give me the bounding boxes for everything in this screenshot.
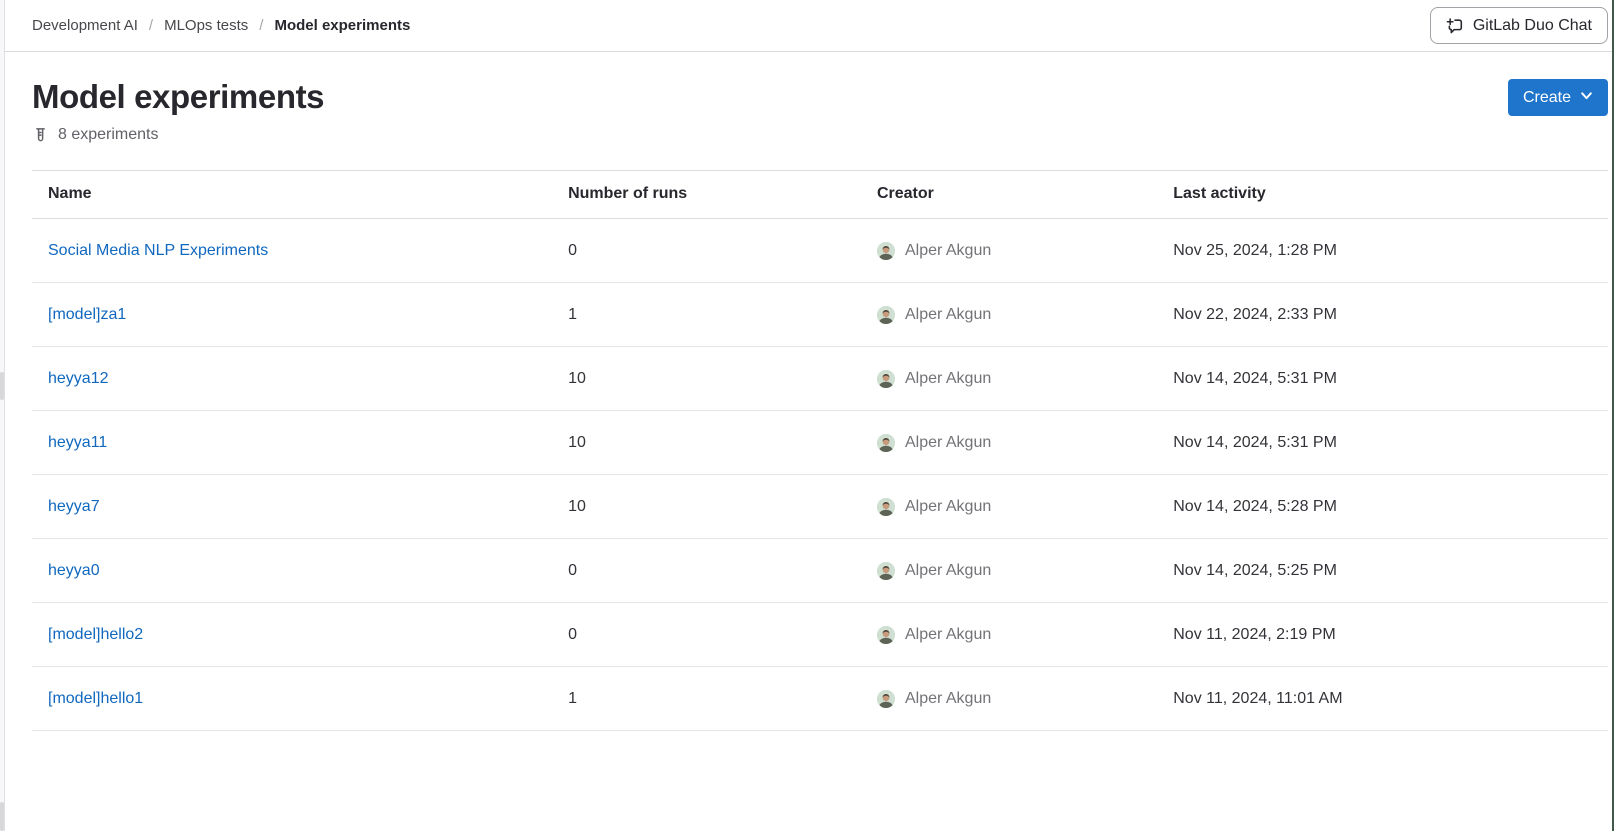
creator-name: Alper Akgun — [905, 688, 991, 709]
creator-cell: Alper Akgun — [877, 240, 1141, 261]
experiment-name-link[interactable]: heyya7 — [48, 498, 100, 515]
avatar — [877, 626, 895, 644]
creator-name: Alper Akgun — [905, 304, 991, 325]
avatar — [877, 306, 895, 324]
gitlab-duo-chat-button[interactable]: GitLab Duo Chat — [1430, 7, 1608, 44]
experiment-count-label: 8 experiments — [58, 126, 159, 144]
table-row: heyya7 10 — [32, 475, 1608, 539]
creator-name: Alper Akgun — [905, 496, 991, 517]
creator-cell: Alper Akgun — [877, 496, 1141, 517]
creator-name: Alper Akgun — [905, 624, 991, 645]
last-activity-cell: Nov 14, 2024, 5:25 PM — [1157, 539, 1608, 603]
test-tube-icon — [32, 127, 49, 144]
last-activity-cell: Nov 22, 2024, 2:33 PM — [1157, 283, 1608, 347]
creator-name: Alper Akgun — [905, 432, 991, 453]
column-header-runs: Number of runs — [552, 171, 861, 219]
creator-cell: Alper Akgun — [877, 432, 1141, 453]
avatar — [877, 370, 895, 388]
column-header-creator: Creator — [861, 171, 1157, 219]
experiment-name-link[interactable]: heyya11 — [48, 434, 107, 451]
breadcrumb-separator: / — [149, 17, 153, 34]
run-count-cell: 10 — [552, 475, 861, 539]
main-area: Development AI / MLOps tests / Model exp… — [5, 0, 1612, 831]
last-activity-cell: Nov 11, 2024, 11:01 AM — [1157, 667, 1608, 731]
breadcrumb-separator: / — [259, 17, 263, 34]
sidebar-scrollbar-thumb[interactable] — [0, 372, 4, 400]
last-activity-cell: Nov 14, 2024, 5:31 PM — [1157, 411, 1608, 475]
chevron-down-icon — [1580, 89, 1593, 107]
breadcrumb-current-page: Model experiments — [274, 17, 410, 34]
last-activity-cell: Nov 11, 2024, 2:19 PM — [1157, 603, 1608, 667]
page-header: Model experiments 8 experiments Create — [32, 52, 1608, 144]
experiment-name-link[interactable]: [model]za1 — [48, 306, 126, 323]
experiment-name-link[interactable]: heyya12 — [48, 370, 109, 387]
table-header-row: Name Number of runs Creator Last activit… — [32, 171, 1608, 219]
avatar — [877, 562, 895, 580]
avatar — [877, 690, 895, 708]
last-activity-cell: Nov 14, 2024, 5:28 PM — [1157, 475, 1608, 539]
column-header-last-activity: Last activity — [1157, 171, 1608, 219]
top-bar: Development AI / MLOps tests / Model exp… — [5, 0, 1612, 52]
collapsed-sidebar-edge — [0, 0, 5, 831]
run-count-cell: 1 — [552, 667, 861, 731]
avatar — [877, 242, 895, 260]
create-button[interactable]: Create — [1508, 79, 1608, 116]
run-count-cell: 10 — [552, 347, 861, 411]
last-activity-cell: Nov 14, 2024, 5:31 PM — [1157, 347, 1608, 411]
creator-cell: Alper Akgun — [877, 304, 1141, 325]
table-row: heyya12 10 — [32, 347, 1608, 411]
duo-chat-label: GitLab Duo Chat — [1473, 17, 1592, 35]
experiment-name-link[interactable]: heyya0 — [48, 562, 100, 579]
experiment-count: 8 experiments — [32, 126, 324, 144]
column-header-name: Name — [32, 171, 552, 219]
experiments-table: Name Number of runs Creator Last activit… — [32, 170, 1608, 731]
experiment-name-link[interactable]: Social Media NLP Experiments — [48, 242, 268, 259]
run-count-cell: 1 — [552, 283, 861, 347]
duo-chat-icon — [1446, 17, 1464, 35]
run-count-cell: 0 — [552, 539, 861, 603]
creator-cell: Alper Akgun — [877, 368, 1141, 389]
breadcrumb-group-link[interactable]: Development AI — [32, 17, 138, 34]
creator-cell: Alper Akgun — [877, 560, 1141, 581]
creator-name: Alper Akgun — [905, 240, 991, 261]
table-row: heyya0 0 — [32, 539, 1608, 603]
table-row: heyya11 10 — [32, 411, 1608, 475]
run-count-cell: 0 — [552, 603, 861, 667]
table-row: Social Media NLP Experiments 0 — [32, 219, 1608, 283]
table-row: [model]za1 1 — [32, 283, 1608, 347]
creator-name: Alper Akgun — [905, 368, 991, 389]
window-edge — [1612, 0, 1620, 831]
experiment-name-link[interactable]: [model]hello2 — [48, 626, 143, 643]
table-row: [model]hello2 0 — [32, 603, 1608, 667]
experiment-name-link[interactable]: [model]hello1 — [48, 690, 143, 707]
breadcrumb: Development AI / MLOps tests / Model exp… — [32, 17, 410, 34]
breadcrumb-project-link[interactable]: MLOps tests — [164, 17, 248, 34]
avatar — [877, 434, 895, 452]
page-content: Model experiments 8 experiments Create — [5, 52, 1612, 731]
table-row: [model]hello1 1 — [32, 667, 1608, 731]
creator-name: Alper Akgun — [905, 560, 991, 581]
creator-cell: Alper Akgun — [877, 688, 1141, 709]
last-activity-cell: Nov 25, 2024, 1:28 PM — [1157, 219, 1608, 283]
run-count-cell: 10 — [552, 411, 861, 475]
page-title: Model experiments — [32, 77, 324, 117]
creator-cell: Alper Akgun — [877, 624, 1141, 645]
run-count-cell: 0 — [552, 219, 861, 283]
create-button-label: Create — [1523, 89, 1571, 107]
sidebar-scrollbar-thumb[interactable] — [0, 802, 4, 831]
avatar — [877, 498, 895, 516]
